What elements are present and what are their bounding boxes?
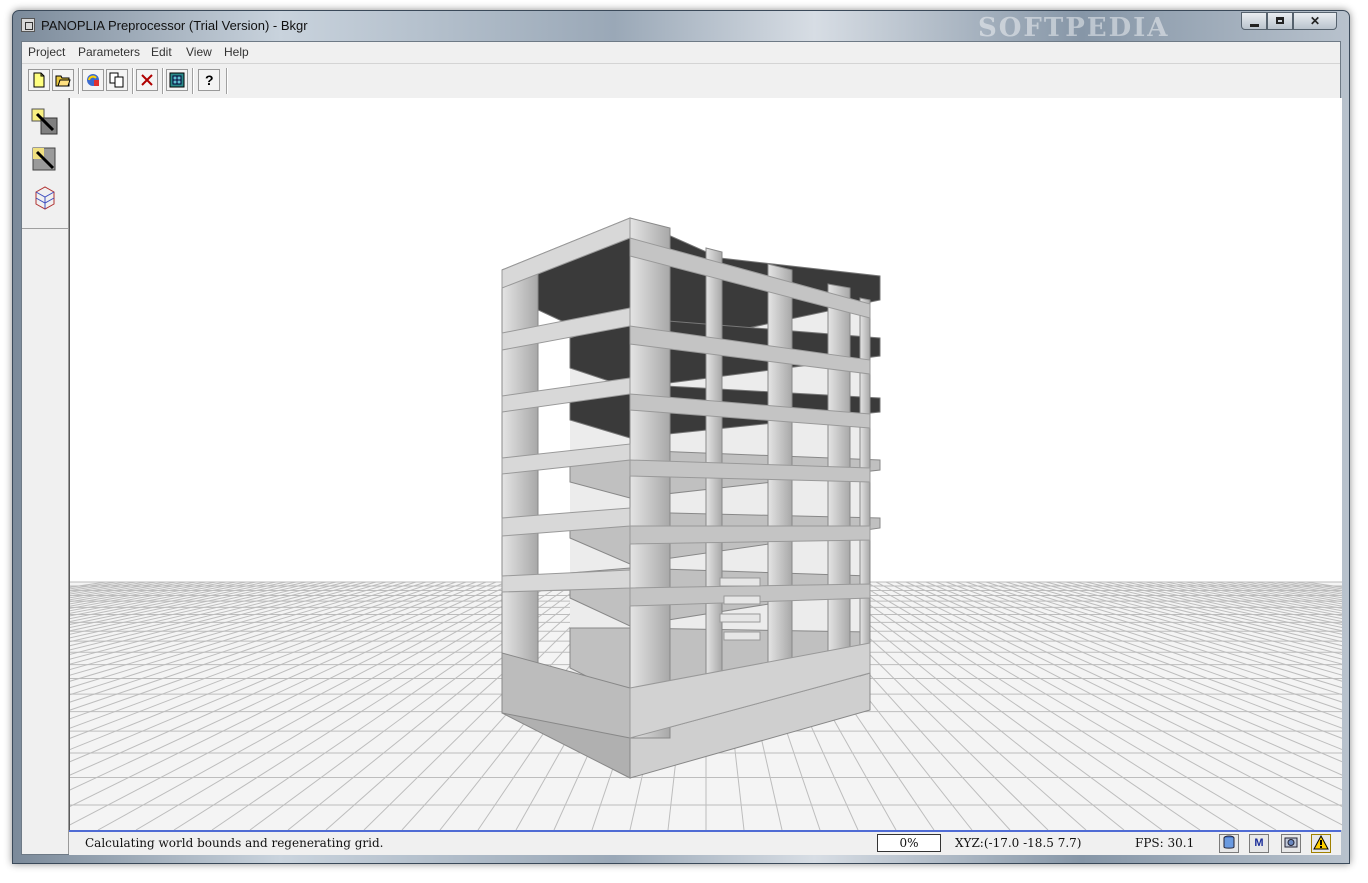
model-button[interactable] <box>166 69 188 91</box>
svg-text:?: ? <box>205 72 214 88</box>
view-shaded-icon <box>32 147 56 171</box>
building-model <box>501 217 881 779</box>
3d-viewport[interactable] <box>69 98 1342 830</box>
sidebar-separator <box>22 228 68 229</box>
menu-project[interactable]: Project <box>28 45 65 59</box>
new-file-button[interactable] <box>28 69 50 91</box>
minimize-button[interactable] <box>1241 12 1267 30</box>
maximize-button[interactable] <box>1267 12 1293 30</box>
window-title: PANOPLIA Preprocessor (Trial Version) - … <box>41 18 308 33</box>
status-message: Calculating world bounds and regeneratin… <box>85 836 384 850</box>
menu-bar: Project Parameters Edit View Help <box>22 42 1340 62</box>
app-icon[interactable] <box>21 18 35 32</box>
toolbar-separator <box>226 68 228 94</box>
menu-view[interactable]: View <box>186 45 212 59</box>
toolbar: ? <box>22 63 1340 99</box>
refresh-button[interactable] <box>82 69 104 91</box>
coordinate-readout: XYZ:(-17.0 -18.5 7.7) <box>955 836 1082 850</box>
view-sidebar <box>22 98 69 854</box>
toolbar-separator <box>132 68 134 94</box>
database-button[interactable] <box>1219 834 1239 853</box>
open-folder-icon <box>55 75 71 87</box>
open-folder-button[interactable] <box>52 69 74 91</box>
view-top-button[interactable] <box>31 108 59 136</box>
maximize-icon <box>1276 17 1284 24</box>
menu-edit[interactable]: Edit <box>151 45 172 59</box>
progress-indicator: 0% <box>877 834 941 852</box>
new-file-icon <box>33 72 45 88</box>
model-icon <box>169 72 185 88</box>
copy-icon <box>109 72 124 88</box>
wireframe-cube-icon <box>35 186 55 210</box>
menu-help[interactable]: Help <box>224 45 249 59</box>
help-button[interactable]: ? <box>198 69 220 91</box>
copy-button[interactable] <box>106 69 128 91</box>
title-bar[interactable]: PANOPLIA Preprocessor (Trial Version) - … <box>13 11 1349 43</box>
refresh-icon <box>87 74 99 86</box>
view-shaded-button[interactable] <box>31 146 59 174</box>
menu-parameters[interactable]: Parameters <box>78 45 140 59</box>
building-scene <box>70 217 1342 830</box>
m-icon: M <box>1254 837 1264 849</box>
toolbar-separator <box>162 68 164 94</box>
watermark: SOFTPEDIA <box>978 13 1170 43</box>
warning-button[interactable] <box>1311 834 1331 853</box>
camera-icon <box>1284 837 1298 848</box>
camera-button[interactable] <box>1281 834 1301 853</box>
delete-icon <box>141 74 153 86</box>
m-button[interactable]: M <box>1249 834 1269 853</box>
close-button[interactable]: ✕ <box>1293 12 1337 30</box>
wireframe-button[interactable] <box>31 184 59 212</box>
status-bar: Calculating world bounds and regeneratin… <box>69 830 1341 855</box>
client-area: Project Parameters Edit View Help ? Calc… <box>21 41 1342 855</box>
delete-button[interactable] <box>136 69 158 91</box>
app-window: PANOPLIA Preprocessor (Trial Version) - … <box>12 10 1350 864</box>
view-top-icon <box>31 108 58 135</box>
toolbar-separator <box>78 68 80 94</box>
minimize-icon <box>1250 24 1259 27</box>
close-icon: ✕ <box>1309 14 1321 28</box>
toolbar-separator <box>192 68 194 94</box>
help-icon: ? <box>205 72 214 88</box>
database-icon <box>1223 835 1235 849</box>
warning-icon <box>1313 834 1329 850</box>
fps-readout: FPS: 30.1 <box>1135 836 1195 850</box>
